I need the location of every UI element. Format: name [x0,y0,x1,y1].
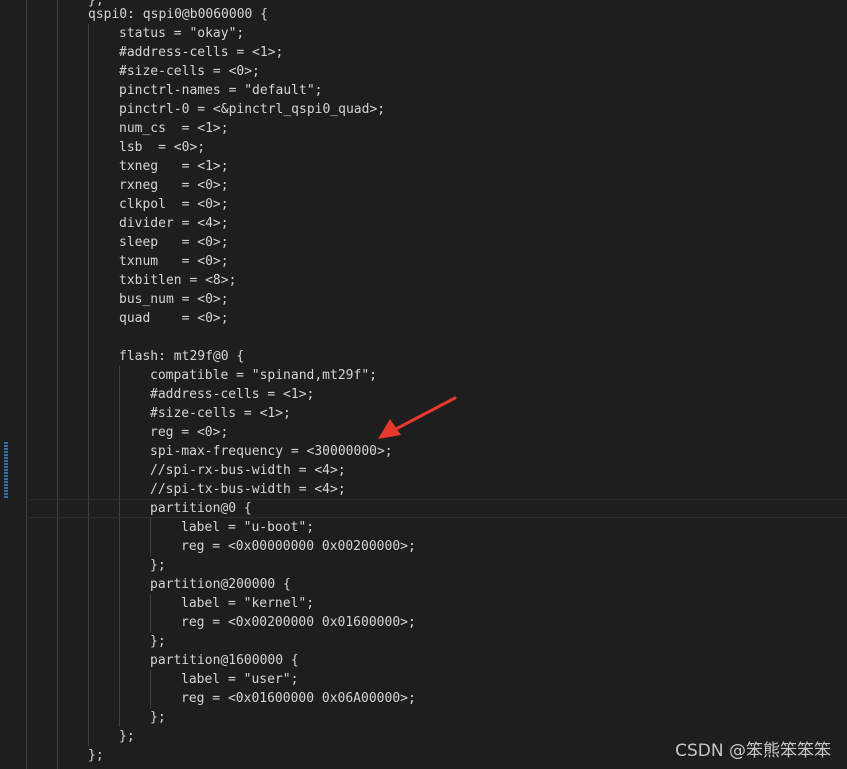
code-line[interactable]: status = "okay"; [119,24,244,43]
code-line[interactable]: reg = <0>; [150,423,228,442]
code-line[interactable]: num_cs = <1>; [119,119,229,138]
code-line[interactable]: reg = <0x00200000 0x01600000>; [181,613,416,632]
code-line[interactable]: partition@200000 { [150,575,291,594]
code-line[interactable]: pinctrl-0 = <&pinctrl_qspi0_quad>; [119,100,385,119]
code-line[interactable]: txnum = <0>; [119,252,229,271]
code-line[interactable]: quad = <0>; [119,309,229,328]
code-line[interactable]: //spi-rx-bus-width = <4>; [150,461,346,480]
code-line[interactable]: #address-cells = <1>; [119,43,283,62]
code-line[interactable]: pinctrl-names = "default"; [119,81,323,100]
code-line[interactable]: label = "u-boot"; [181,518,314,537]
code-line[interactable]: }; [150,632,166,651]
code-line[interactable]: compatible = "spinand,mt29f"; [150,366,377,385]
indent-guide [26,0,27,769]
code-line[interactable]: reg = <0x00000000 0x00200000>; [181,537,416,556]
code-line[interactable]: //spi-tx-bus-width = <4>; [150,480,346,499]
code-editor[interactable]: }; qspi0: qspi0@b0060000 { status = "oka… [0,0,847,769]
code-line[interactable]: }; [88,746,104,765]
code-line[interactable]: spi-max-frequency = <30000000>; [150,442,393,461]
code-line[interactable]: }; [150,708,166,727]
code-line[interactable]: label = "user"; [181,670,298,689]
csdn-watermark: CSDN @笨熊笨笨笨 [675,741,831,761]
gutter-change-marker [4,442,8,499]
code-line[interactable]: flash: mt29f@0 { [119,347,244,366]
code-line[interactable]: partition@1600000 { [150,651,299,670]
code-line[interactable]: bus_num = <0>; [119,290,229,309]
code-line[interactable]: divider = <4>; [119,214,229,233]
indent-guide [150,670,151,708]
code-line[interactable]: clkpol = <0>; [119,195,229,214]
indent-guide [119,366,120,727]
code-line[interactable]: }; [150,556,166,575]
code-line[interactable]: txbitlen = <8>; [119,271,236,290]
code-line[interactable]: lsb = <0>; [119,138,205,157]
code-line[interactable]: label = "kernel"; [181,594,314,613]
code-line[interactable]: #size-cells = <1>; [150,404,291,423]
code-line[interactable]: }; [119,727,135,746]
code-line[interactable]: reg = <0x01600000 0x06A00000>; [181,689,416,708]
code-line[interactable]: sleep = <0>; [119,233,229,252]
code-line[interactable]: #address-cells = <1>; [150,385,314,404]
indent-guide [88,24,89,746]
indent-guide [57,0,58,769]
red-arrow-annotation [378,396,457,439]
code-line[interactable]: txneg = <1>; [119,157,229,176]
code-line[interactable]: rxneg = <0>; [119,176,229,195]
indent-guide [150,518,151,556]
indent-guide [150,594,151,632]
code-line[interactable]: qspi0: qspi0@b0060000 { [88,5,268,24]
code-line[interactable]: partition@0 { [150,499,252,518]
code-line[interactable]: #size-cells = <0>; [119,62,260,81]
